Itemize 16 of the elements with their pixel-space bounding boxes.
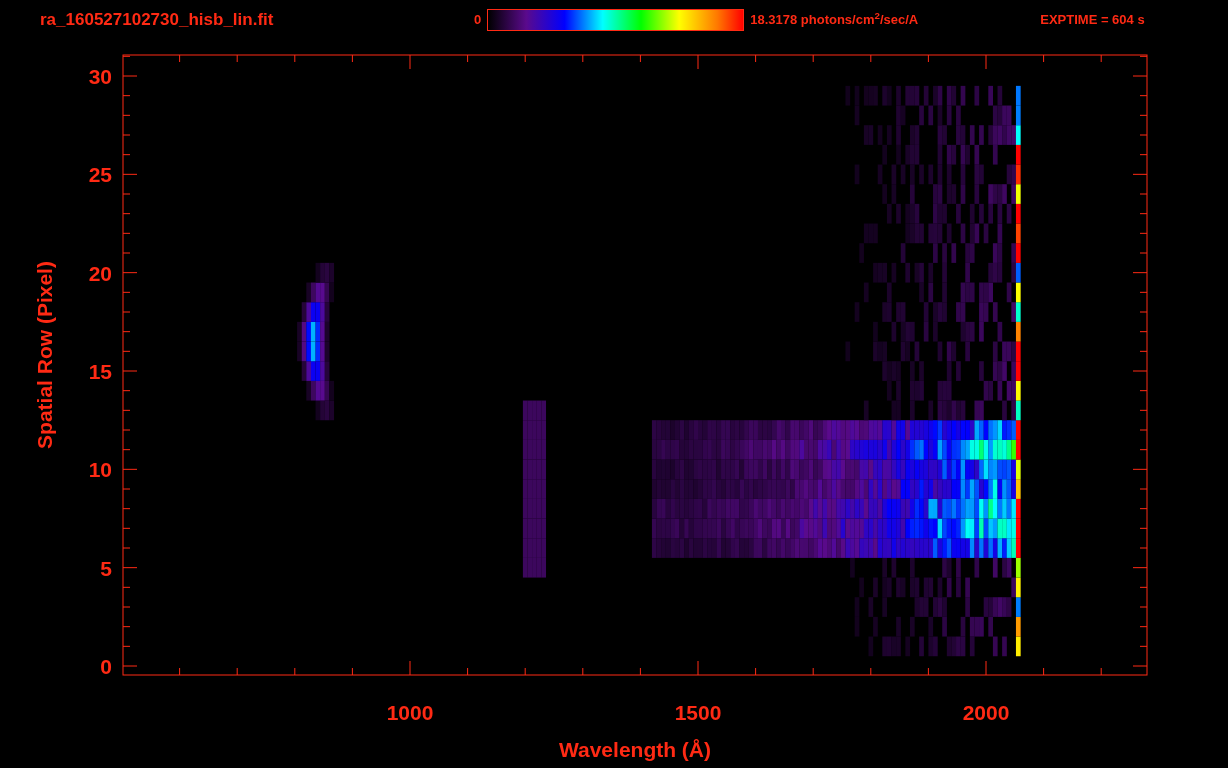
- x-tick-label: 1500: [674, 701, 722, 724]
- y-tick-label: 5: [100, 556, 112, 580]
- colorbar-min-label: 0: [474, 11, 482, 30]
- x-axis-label: Wavelength (Å): [558, 738, 712, 761]
- y-tick-label: 10: [88, 458, 112, 482]
- y-tick-label: 15: [88, 360, 112, 383]
- x-tick-label: 1000: [386, 701, 434, 724]
- y-tick-label: 25: [88, 163, 112, 187]
- y-tick-label: 30: [88, 65, 112, 88]
- x-tick-label: 2000: [962, 701, 1010, 724]
- colorbar-max-label: 18.3178 photons/cm$^{2}$/sec/A: [750, 10, 920, 30]
- y-axis-label: Spatial Row (Pixel): [33, 261, 56, 449]
- exposure-time: EXPTIME = 604 s: [1040, 11, 1145, 30]
- y-tick-label: 0: [100, 655, 112, 678]
- y-tick-label: 20: [88, 261, 112, 285]
- file-title: ra_160527102730_hisb_lin.fit: [40, 9, 275, 32]
